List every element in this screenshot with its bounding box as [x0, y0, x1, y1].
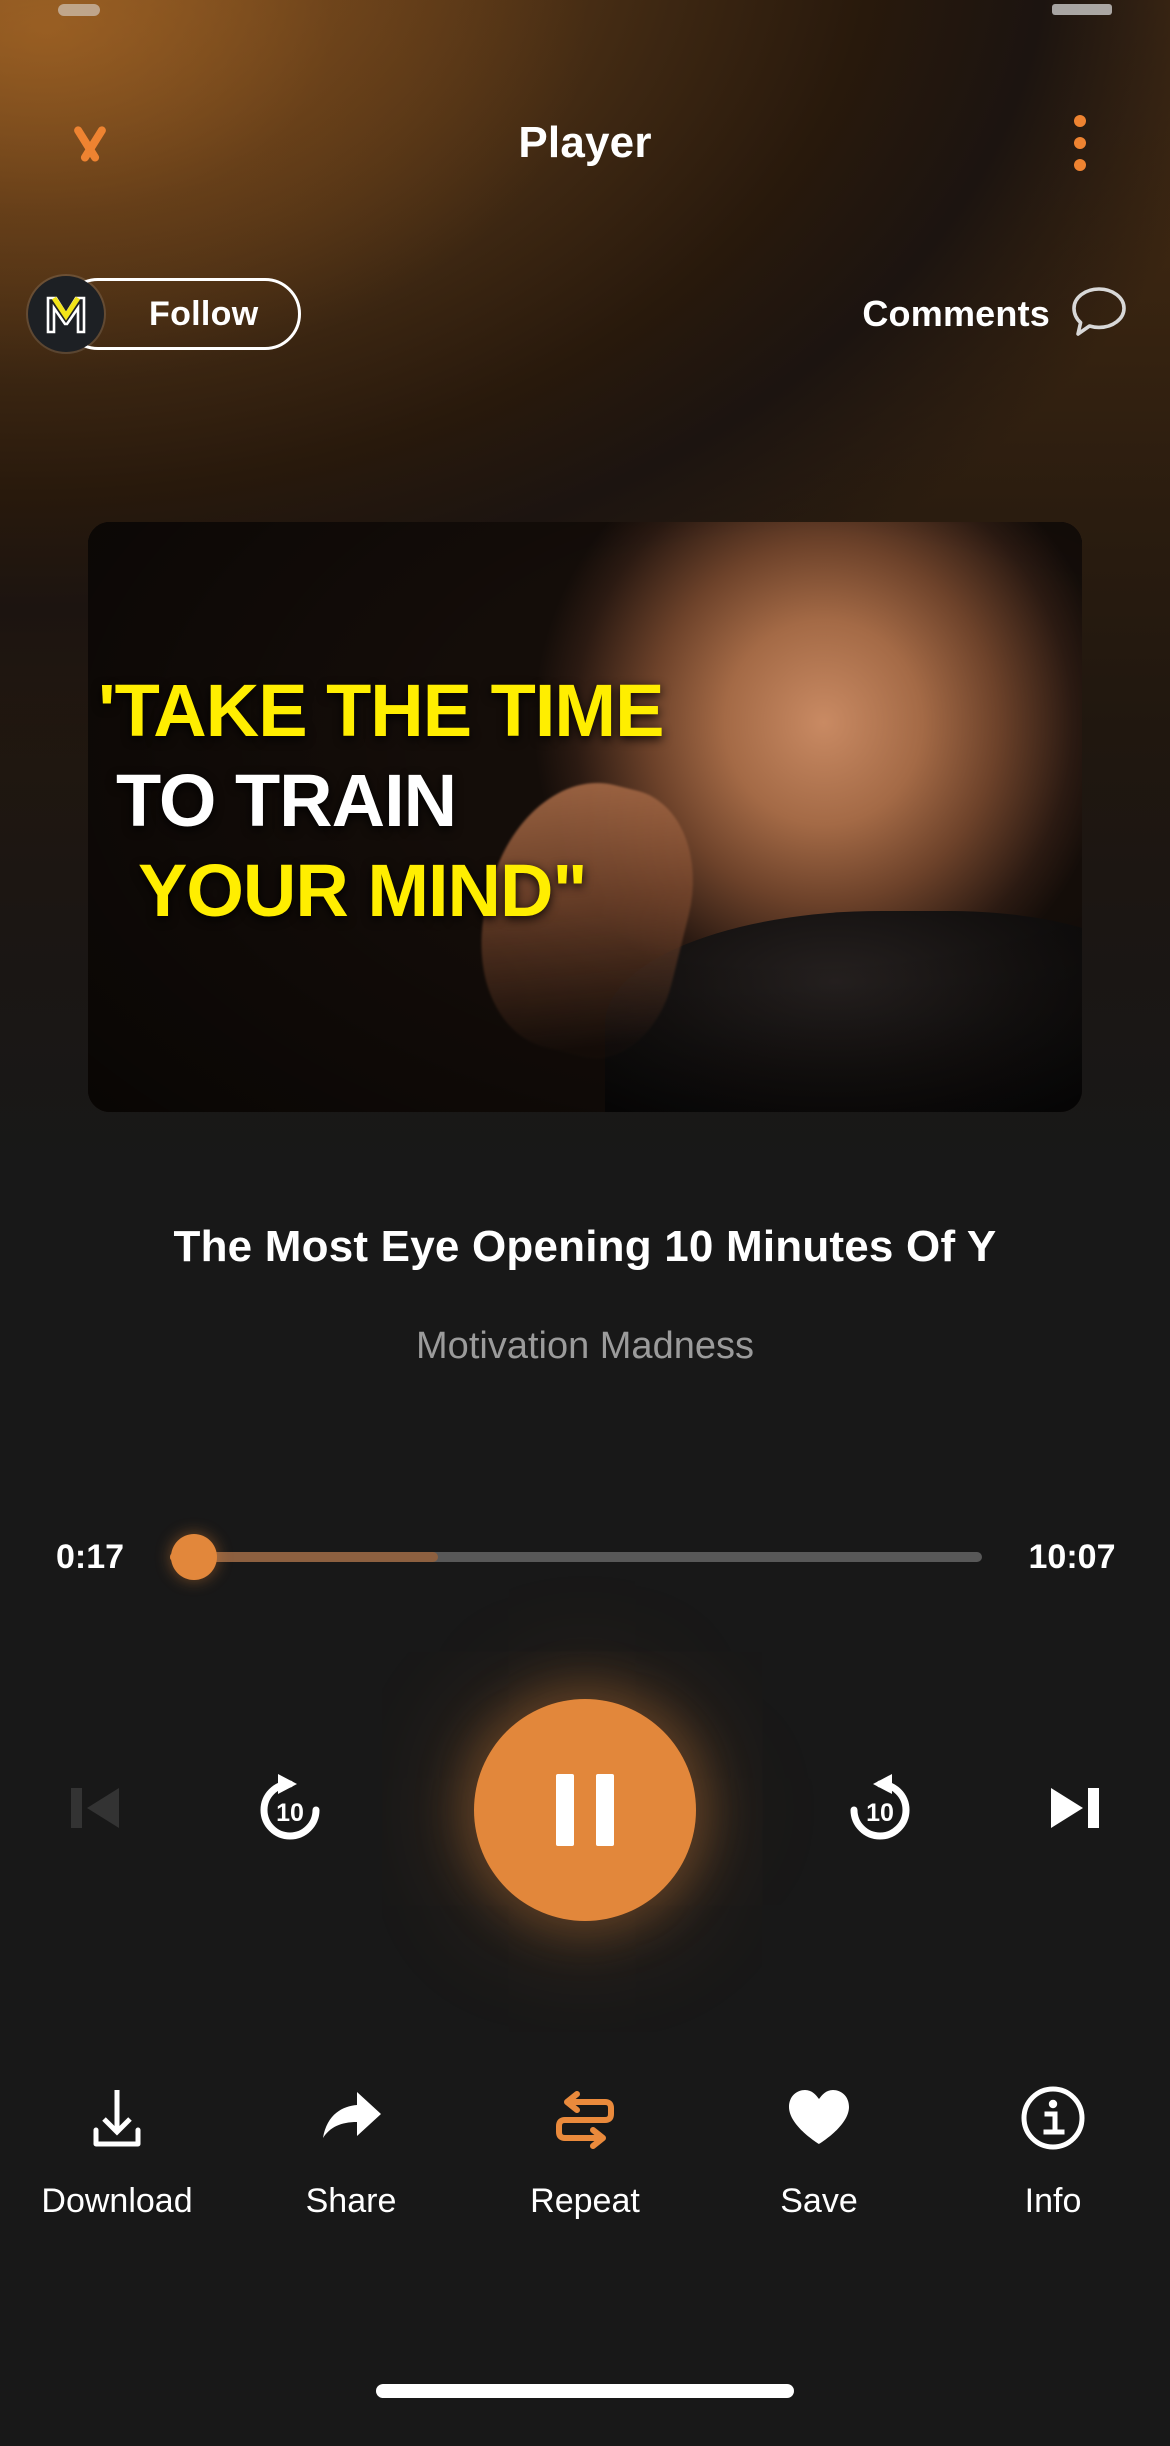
seek-bar-thumb[interactable]	[171, 1534, 218, 1580]
artwork-caption-line-3: YOUR MIND"	[138, 849, 588, 932]
transport-controls: 10 10	[0, 1699, 1170, 1921]
forward-seconds-label: 10	[866, 1798, 894, 1827]
track-title: The Most Eye Opening 10 Minutes Of Y	[173, 1222, 997, 1271]
pause-bar	[596, 1774, 614, 1846]
replay-10-icon: 10	[248, 1768, 332, 1852]
save-button[interactable]: Save	[702, 2080, 936, 2221]
repeat-icon	[549, 2080, 621, 2156]
comments-button[interactable]: Comments	[862, 285, 1128, 344]
channel-row: Follow Comments	[0, 272, 1170, 356]
download-label: Download	[41, 2182, 193, 2220]
pause-button[interactable]	[474, 1699, 696, 1921]
artwork-caption-line-1: 'TAKE THE TIME	[98, 669, 664, 752]
pause-bar	[556, 1774, 574, 1846]
download-button[interactable]: Download	[0, 2080, 234, 2221]
battery-icon	[1052, 4, 1112, 15]
current-time-label: 0:17	[55, 1537, 125, 1576]
home-indicator	[376, 2384, 794, 2398]
heart-icon	[783, 2080, 855, 2156]
skip-next-icon	[1034, 1767, 1116, 1854]
forward-10-icon: 10	[838, 1768, 922, 1852]
pause-icon	[556, 1774, 614, 1846]
header-left-slot	[0, 123, 180, 163]
artwork-caption-line-2: TO TRAIN	[116, 759, 457, 842]
repeat-label: Repeat	[530, 2182, 640, 2220]
status-bar-right-indicators	[1052, 4, 1112, 15]
skip-previous-icon	[54, 1767, 136, 1854]
share-label: Share	[305, 2182, 397, 2220]
header-right-slot	[990, 115, 1170, 171]
player-screen: Player Follow Comments 'TAKE THE TIME TO…	[0, 0, 1170, 2446]
kebab-dot	[1074, 137, 1086, 149]
previous-track-button[interactable]	[0, 1767, 190, 1854]
repeat-button[interactable]: Repeat	[468, 2080, 702, 2221]
rewind-seconds-label: 10	[276, 1798, 304, 1827]
follow-group: Follow	[28, 272, 302, 356]
kebab-menu-icon[interactable]	[1074, 115, 1086, 171]
download-icon	[81, 2080, 153, 2156]
artwork-caption: 'TAKE THE TIME TO TRAIN YOUR MIND"	[88, 666, 1082, 936]
page-title: Player	[518, 118, 652, 167]
avatar[interactable]	[28, 276, 104, 352]
info-circle-icon	[1017, 2080, 1089, 2156]
play-pause-slot	[390, 1699, 780, 1921]
save-label: Save	[780, 2182, 858, 2220]
info-label: Info	[1024, 2182, 1082, 2220]
speech-bubble-icon	[1070, 285, 1128, 344]
action-bar: Download Share Repeat Save Info	[0, 2080, 1170, 2260]
player-header: Player	[0, 88, 1170, 198]
album-artwork[interactable]: 'TAKE THE TIME TO TRAIN YOUR MIND"	[88, 522, 1082, 1112]
share-icon	[315, 2080, 387, 2156]
duration-label: 10:07	[1028, 1537, 1116, 1576]
seek-bar[interactable]	[170, 1522, 982, 1592]
status-bar-left-indicator	[58, 4, 100, 16]
share-button[interactable]: Share	[234, 2080, 468, 2221]
kebab-dot	[1074, 115, 1086, 127]
forward-10-button[interactable]: 10	[780, 1768, 980, 1852]
progress-row: 0:17 10:07	[0, 1522, 1170, 1592]
info-button[interactable]: Info	[936, 2080, 1170, 2221]
track-artist: Motivation Madness	[416, 1325, 754, 1367]
chevron-down-icon[interactable]	[60, 123, 120, 163]
comments-label: Comments	[862, 293, 1050, 334]
kebab-dot	[1074, 159, 1086, 171]
status-bar	[0, 0, 1170, 52]
next-track-button[interactable]	[980, 1767, 1170, 1854]
rewind-10-button[interactable]: 10	[190, 1768, 390, 1852]
